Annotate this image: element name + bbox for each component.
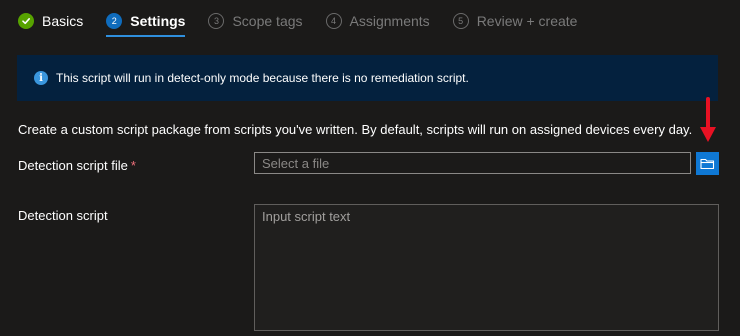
info-banner: i This script will run in detect-only mo… xyxy=(17,55,718,101)
info-icon: i xyxy=(34,71,48,85)
wizard-steps: Basics 2 Settings 3 Scope tags 4 Assignm… xyxy=(18,8,600,37)
red-arrow-annotation xyxy=(700,97,716,142)
detection-script-textarea[interactable] xyxy=(254,204,719,331)
step-label-scope-tags: Scope tags xyxy=(232,13,303,29)
required-marker: * xyxy=(130,158,136,173)
detection-script-file-label: Detection script file * xyxy=(18,158,136,173)
banner-text: This script will run in detect-only mode… xyxy=(56,71,469,85)
step-label-basics: Basics xyxy=(42,13,84,29)
step-label-assignments: Assignments xyxy=(349,13,430,29)
step-number-icon: 4 xyxy=(325,13,342,29)
step-number-icon: 2 xyxy=(106,13,123,29)
step-label-review-create: Review + create xyxy=(476,13,578,29)
step-number-icon: 5 xyxy=(452,13,469,29)
step-assignments[interactable]: 4 Assignments xyxy=(325,8,430,34)
detection-script-file-label-text: Detection script file xyxy=(18,158,128,173)
step-number-icon: 3 xyxy=(208,13,225,29)
browse-file-button[interactable] xyxy=(696,152,719,175)
step-review-create[interactable]: 5 Review + create xyxy=(452,8,578,34)
step-label-settings: Settings xyxy=(130,13,186,29)
detection-script-label: Detection script xyxy=(18,208,108,223)
page-description: Create a custom script package from scri… xyxy=(18,122,693,137)
step-settings[interactable]: 2 Settings xyxy=(106,8,186,37)
checkmark-icon xyxy=(18,13,34,29)
folder-open-icon xyxy=(700,158,715,170)
detection-script-file-input[interactable] xyxy=(254,152,691,174)
step-scope-tags[interactable]: 3 Scope tags xyxy=(208,8,303,34)
step-basics[interactable]: Basics xyxy=(18,8,83,34)
